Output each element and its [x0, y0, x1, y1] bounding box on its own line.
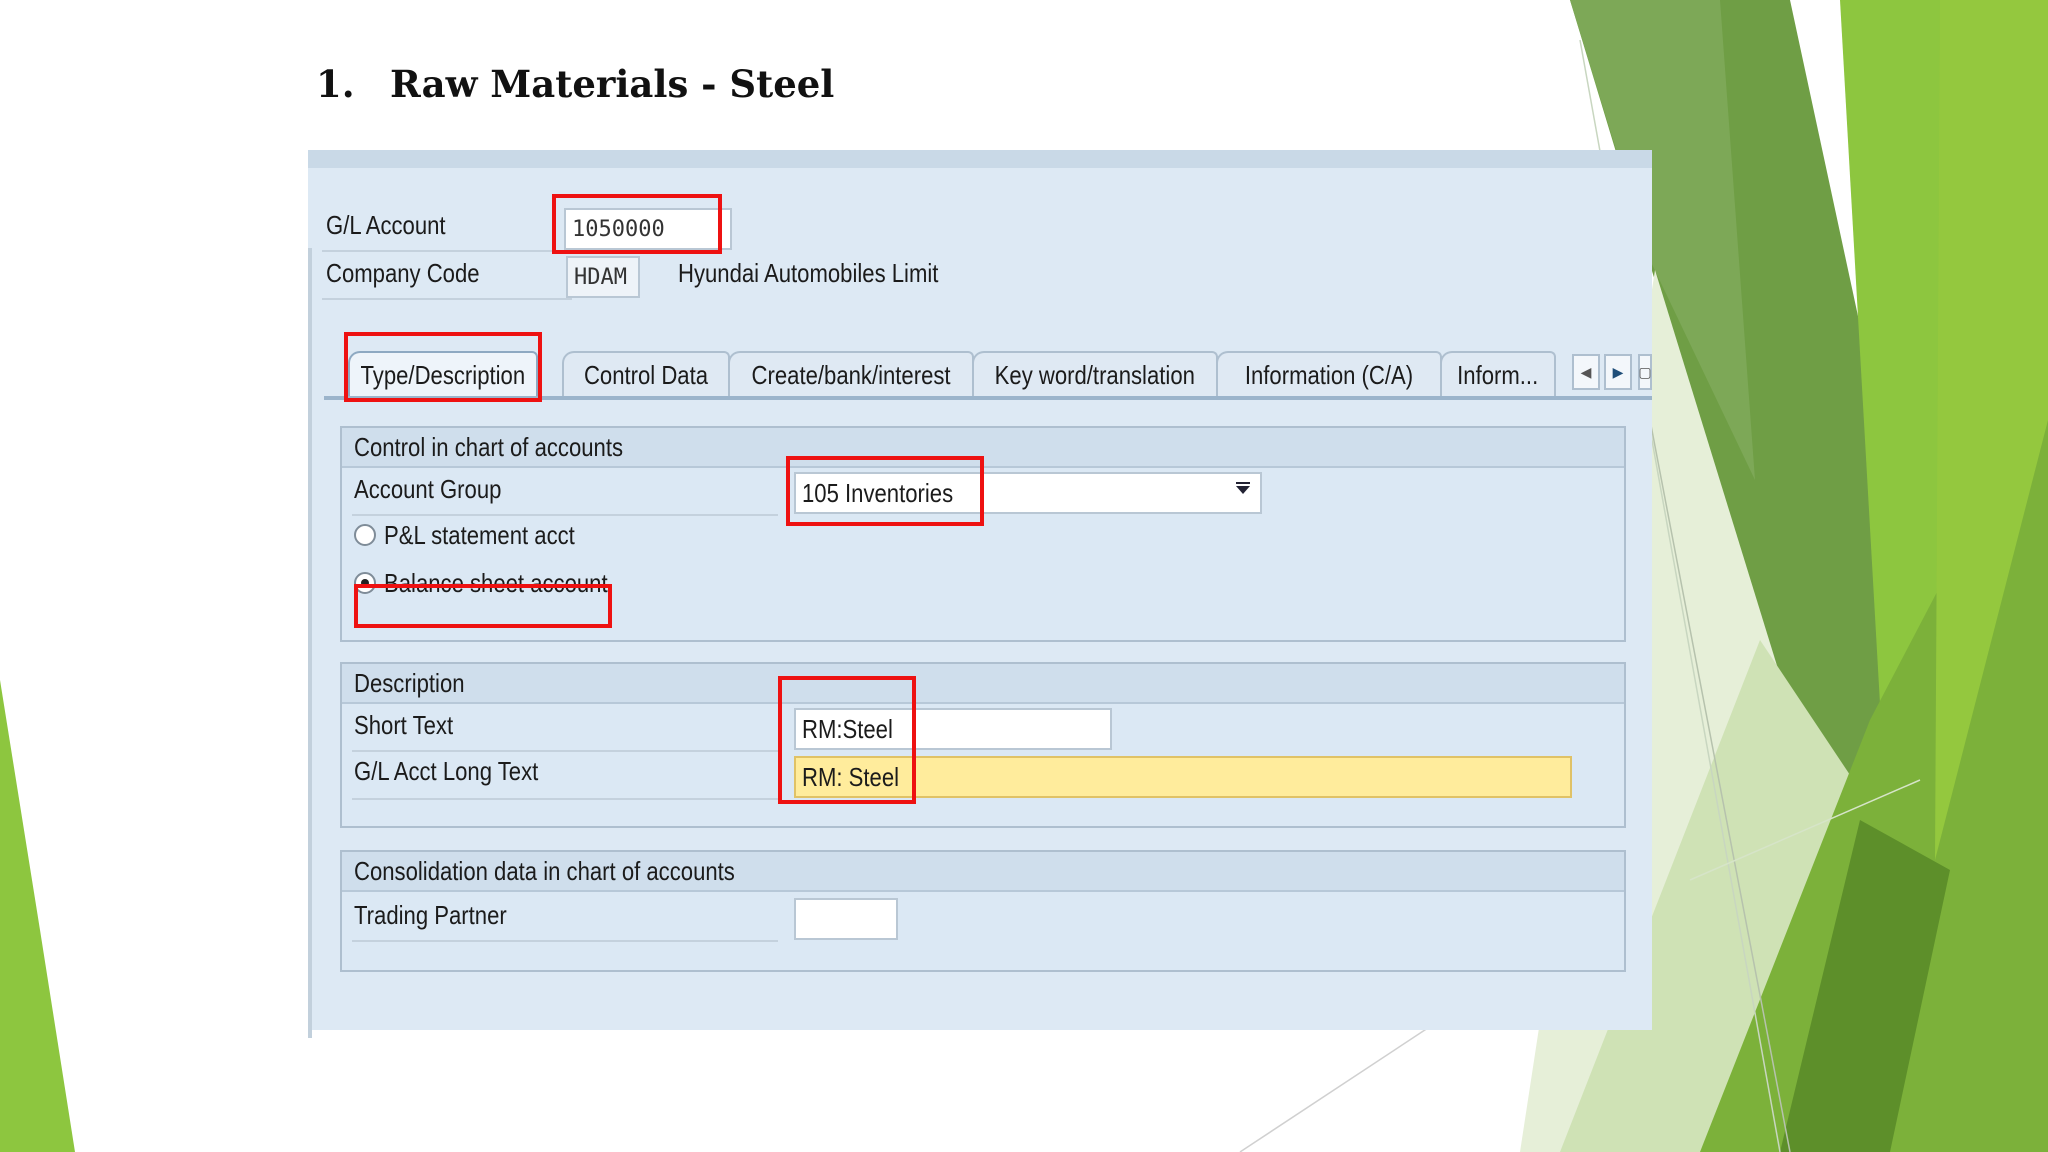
- tab-scroll-right-button[interactable]: ▶: [1604, 354, 1632, 390]
- description-group-header: Description: [342, 664, 1624, 704]
- trading-partner-label: Trading Partner: [354, 900, 507, 930]
- tab-control-data-label: Control Data: [583, 359, 709, 390]
- consolidation-group: Consolidation data in chart of accounts …: [340, 850, 1626, 972]
- trading-partner-underline: [352, 940, 778, 942]
- company-code-field: HDAM: [566, 256, 640, 298]
- sap-gl-account-screen: G/L Account 1050000 Company Code HDAM Hy…: [308, 150, 1652, 1038]
- tab-create-bank-interest-label: Create/bank/interest: [751, 359, 951, 390]
- description-highlight: [778, 676, 916, 804]
- company-code-value: HDAM: [574, 264, 627, 290]
- tab-list-icon: ▢: [1638, 363, 1652, 380]
- tab-information-ca[interactable]: Information (C/A): [1216, 351, 1442, 397]
- gl-account-underline: [322, 250, 572, 252]
- long-text-label: G/L Acct Long Text: [354, 756, 539, 786]
- gl-account-label: G/L Account: [326, 210, 446, 240]
- tab-create-bank-interest[interactable]: Create/bank/interest: [728, 351, 974, 397]
- screen-left-edge: [308, 248, 312, 1038]
- control-group-title: Control in chart of accounts: [354, 432, 624, 462]
- pl-statement-radio[interactable]: [354, 524, 376, 546]
- account-group-underline: [352, 514, 778, 516]
- account-group-label: Account Group: [354, 474, 502, 504]
- tab-type-description-highlight: [344, 332, 542, 402]
- tab-information-ca-label: Information (C/A): [1244, 359, 1414, 390]
- tab-key-word-translation-label: Key word/translation: [994, 359, 1196, 390]
- arrow-right-icon: ▶: [1612, 363, 1624, 380]
- pl-statement-label: P&L statement acct: [384, 520, 575, 550]
- arrow-left-icon: ◀: [1580, 363, 1592, 380]
- trading-partner-input[interactable]: [794, 898, 898, 940]
- balance-sheet-highlight: [354, 584, 612, 628]
- consolidation-group-header: Consolidation data in chart of accounts: [342, 852, 1624, 892]
- long-text-underline: [352, 798, 778, 800]
- company-name: Hyundai Automobiles Limit: [678, 258, 939, 288]
- tab-key-word-translation[interactable]: Key word/translation: [972, 351, 1218, 397]
- slide-title: 1. Raw Materials - Steel: [316, 62, 834, 106]
- account-group-highlight: [786, 456, 984, 526]
- tab-inform-more-label: Inform...: [1457, 359, 1539, 390]
- short-text-label: Short Text: [354, 710, 454, 740]
- gl-account-highlight: [552, 194, 722, 254]
- dropdown-arrow-icon: [1236, 482, 1250, 494]
- description-group: Description Short Text RM:Steel G/L Acct…: [340, 662, 1626, 828]
- short-text-underline: [352, 750, 778, 752]
- company-code-label: Company Code: [326, 258, 480, 288]
- tab-inform-more[interactable]: Inform...: [1440, 351, 1556, 397]
- slide-title-text: Raw Materials - Steel: [390, 62, 835, 106]
- tab-list-button[interactable]: ▢: [1638, 354, 1652, 390]
- tab-control-data[interactable]: Control Data: [562, 351, 730, 397]
- company-code-underline: [322, 298, 572, 300]
- tab-scroll-left-button[interactable]: ◀: [1572, 354, 1600, 390]
- consolidation-group-title: Consolidation data in chart of accounts: [354, 856, 735, 886]
- slide-number: 1.: [316, 62, 355, 106]
- description-group-title: Description: [354, 668, 465, 698]
